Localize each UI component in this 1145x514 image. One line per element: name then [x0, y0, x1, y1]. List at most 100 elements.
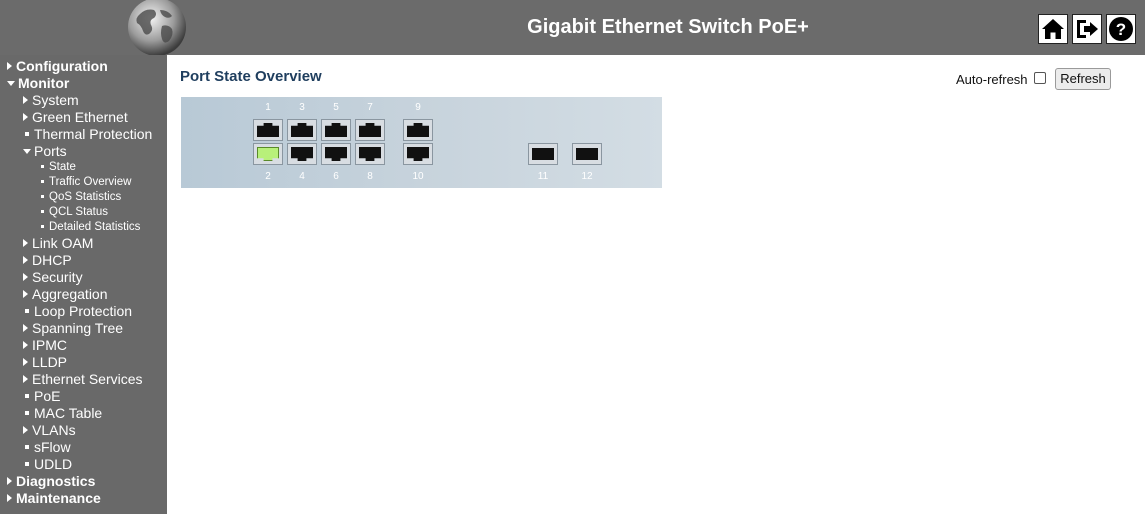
- sidebar-item-mac-table[interactable]: MAC Table: [23, 405, 102, 422]
- rj45-port-9[interactable]: [403, 119, 433, 141]
- sidebar-item-green-ethernet[interactable]: Green Ethernet: [23, 109, 128, 126]
- bullet-icon: [25, 411, 29, 415]
- sidebar-item-lldp[interactable]: LLDP: [23, 354, 67, 371]
- sidebar-item-label: QoS Statistics: [49, 191, 122, 203]
- caret-right-icon: [23, 113, 28, 121]
- sidebar-item-state[interactable]: State: [39, 160, 76, 175]
- sidebar-item-ports[interactable]: Ports: [23, 143, 67, 160]
- sidebar-item-link-oam[interactable]: Link OAM: [23, 235, 93, 252]
- rj45-port-6[interactable]: [321, 143, 351, 165]
- sidebar-item-detailed-statistics[interactable]: Detailed Statistics: [39, 220, 140, 235]
- sidebar-item-diagnostics[interactable]: Diagnostics: [7, 473, 95, 490]
- caret-down-icon: [7, 81, 15, 86]
- sidebar-item-sflow[interactable]: sFlow: [23, 439, 71, 456]
- home-icon: [1042, 19, 1064, 39]
- app-title: Gigabit Ethernet Switch PoE+: [527, 16, 809, 38]
- sidebar-item-label: Green Ethernet: [32, 109, 128, 125]
- sidebar-item-qos-statistics[interactable]: QoS Statistics: [39, 190, 121, 205]
- bullet-icon: [41, 210, 44, 213]
- rj45-port-1[interactable]: [253, 119, 283, 141]
- caret-right-icon: [23, 256, 28, 264]
- sfp-port-11[interactable]: [528, 143, 558, 165]
- logout-button[interactable]: [1072, 14, 1102, 44]
- sidebar-item-spanning-tree[interactable]: Spanning Tree: [23, 320, 123, 337]
- port-number-label: 10: [412, 171, 424, 182]
- caret-right-icon: [23, 324, 28, 332]
- caret-right-icon: [23, 375, 28, 383]
- port-socket: [359, 147, 381, 161]
- sidebar-item-vlans[interactable]: VLANs: [23, 422, 76, 439]
- sidebar-item-monitor[interactable]: Monitor: [7, 75, 69, 92]
- port-socket: [325, 123, 347, 137]
- sidebar-nav: Configuration Monitor System Green Ethernet…: [0, 55, 167, 514]
- svg-text:?: ?: [1116, 20, 1126, 39]
- bullet-icon: [41, 180, 44, 183]
- sidebar-item-label: Aggregation: [32, 286, 108, 302]
- bullet-icon: [25, 394, 29, 398]
- sidebar-item-aggregation[interactable]: Aggregation: [23, 286, 108, 303]
- help-button[interactable]: ?: [1106, 14, 1136, 44]
- bullet-icon: [41, 225, 44, 228]
- sidebar-item-label: Ports: [34, 143, 67, 159]
- sidebar-item-label: QCL Status: [49, 206, 109, 218]
- rj45-port-2[interactable]: [253, 143, 283, 165]
- port-number-label: 1: [265, 102, 271, 113]
- caret-right-icon: [23, 273, 28, 281]
- switch-front-panel: 1 2 3 4 5 6 7 8 9 10 11 12: [181, 97, 662, 188]
- sidebar-item-thermal-protection[interactable]: Thermal Protection: [23, 126, 152, 143]
- sidebar-item-label: UDLD: [34, 456, 73, 472]
- port-socket: [291, 123, 313, 137]
- port-socket: [257, 123, 279, 137]
- caret-right-icon: [7, 477, 12, 485]
- sidebar-item-label: LLDP: [32, 354, 68, 370]
- sidebar-item-label: Monitor: [18, 75, 70, 91]
- sidebar-item-traffic-overview[interactable]: Traffic Overview: [39, 175, 131, 190]
- sidebar-item-label: Traffic Overview: [49, 176, 132, 188]
- rj45-port-3[interactable]: [287, 119, 317, 141]
- port-number-label: 4: [299, 171, 305, 182]
- bullet-icon: [41, 195, 44, 198]
- sidebar-item-label: Configuration: [16, 58, 108, 74]
- refresh-button[interactable]: Refresh: [1055, 68, 1111, 90]
- sidebar-item-label: sFlow: [34, 439, 71, 455]
- caret-right-icon: [23, 239, 28, 247]
- rj45-port-10[interactable]: [403, 143, 433, 165]
- sidebar-item-maintenance[interactable]: Maintenance: [7, 490, 101, 507]
- port-socket: [359, 123, 381, 137]
- sidebar-item-label: Spanning Tree: [32, 320, 124, 336]
- sidebar-item-label: VLANs: [32, 422, 76, 438]
- page-title: Port State Overview: [180, 68, 322, 85]
- sidebar-item-label: Security: [32, 269, 83, 285]
- port-number-label: 7: [367, 102, 373, 113]
- home-button[interactable]: [1038, 14, 1068, 44]
- rj45-port-8[interactable]: [355, 143, 385, 165]
- sidebar-item-loop-protection[interactable]: Loop Protection: [23, 303, 132, 320]
- sfp-port-12[interactable]: [572, 143, 602, 165]
- sidebar-item-ipmc[interactable]: IPMC: [23, 337, 67, 354]
- sidebar-item-label: PoE: [34, 388, 61, 404]
- caret-right-icon: [23, 96, 28, 104]
- sidebar-item-qcl-status[interactable]: QCL Status: [39, 205, 108, 220]
- sidebar-item-poe[interactable]: PoE: [23, 388, 60, 405]
- rj45-port-5[interactable]: [321, 119, 351, 141]
- port-socket: [407, 147, 429, 161]
- sidebar-item-udld[interactable]: UDLD: [23, 456, 72, 473]
- auto-refresh-checkbox[interactable]: [1034, 72, 1046, 84]
- port-socket: [532, 148, 554, 160]
- port-number-label: 8: [367, 171, 373, 182]
- port-number-label: 12: [581, 171, 593, 182]
- sidebar-item-system[interactable]: System: [23, 92, 79, 109]
- bullet-icon: [25, 462, 29, 466]
- port-number-label: 3: [299, 102, 305, 113]
- rj45-port-7[interactable]: [355, 119, 385, 141]
- sidebar-item-ethernet-services[interactable]: Ethernet Services: [23, 371, 143, 388]
- globe-logo-icon: [126, 0, 188, 56]
- rj45-port-4[interactable]: [287, 143, 317, 165]
- sidebar-item-dhcp[interactable]: DHCP: [23, 252, 72, 269]
- sidebar-item-configuration[interactable]: Configuration: [7, 58, 108, 75]
- port-socket: [325, 147, 347, 161]
- sidebar-item-security[interactable]: Security: [23, 269, 83, 286]
- bullet-icon: [25, 309, 29, 313]
- port-socket: [291, 147, 313, 161]
- sidebar-item-label: Diagnostics: [16, 473, 96, 489]
